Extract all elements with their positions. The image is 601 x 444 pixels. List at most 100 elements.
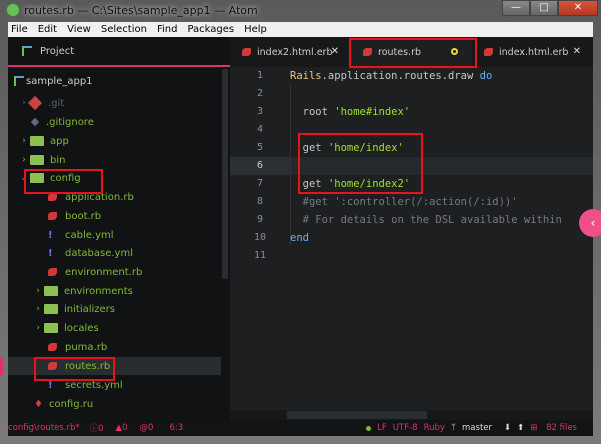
tree-item-label: .git <box>48 97 65 109</box>
tree-item-label: boot.rb <box>65 210 102 222</box>
code-line-3: root 'home#index' <box>290 103 410 121</box>
chevron-right-icon: › <box>22 136 26 146</box>
line-number: 9 <box>256 214 264 225</box>
line-number: 2 <box>256 88 264 99</box>
warning-count[interactable]: ▲0 <box>116 423 134 433</box>
git-push-icon[interactable]: ⬆ <box>517 423 524 433</box>
close-tab-icon[interactable]: ✕ <box>331 46 339 57</box>
line-ending[interactable]: LF <box>377 423 387 433</box>
line-number: 10 <box>253 232 267 243</box>
menu-help[interactable]: Help <box>244 22 267 37</box>
folder-icon <box>30 155 44 165</box>
menu-edit[interactable]: Edit <box>38 22 57 37</box>
code-editor[interactable]: Rails.application.routes.draw do root 'h… <box>290 67 593 420</box>
tree-item-label: bin <box>50 154 66 166</box>
file-count-value: 82 files <box>546 423 577 433</box>
project-icon <box>22 46 32 56</box>
gitignore-icon <box>30 117 40 127</box>
horizontal-scrollbar[interactable] <box>230 410 593 420</box>
menu-view[interactable]: View <box>67 22 91 37</box>
ruby-file-icon <box>48 193 57 201</box>
tree-item-label: environment.rb <box>65 266 143 278</box>
tree-item-gitignore[interactable]: .gitignore <box>30 113 243 131</box>
collapse-panel-button[interactable]: ‹ <box>579 209 601 237</box>
ruby-file-icon <box>484 48 493 56</box>
scrollbar-thumb[interactable] <box>287 411 427 419</box>
tree-item-config-ru[interactable]: ♦ config.ru <box>34 395 247 413</box>
ruby-file-icon <box>48 343 57 351</box>
ruby-file-icon <box>48 268 57 276</box>
tree-item-label: cable.yml <box>65 229 114 241</box>
menu-bar: File Edit View Selection Find Packages H… <box>8 22 593 37</box>
tab-index-html-erb[interactable]: index.html.erb ✕ <box>472 37 593 67</box>
project-tab[interactable]: Project <box>8 37 230 67</box>
status-file-path[interactable]: config\routes.rb* <box>8 423 80 433</box>
code-line-1: Rails.application.routes.draw do <box>290 67 492 85</box>
tree-root-label: sample_app1 <box>26 75 93 87</box>
token-keyword: do <box>479 70 493 82</box>
chevron-right-icon: › <box>36 323 40 333</box>
yaml-file-icon: ! <box>48 379 53 391</box>
tab-index2-html-erb[interactable]: index2.html.erb ✕ <box>230 37 351 67</box>
chevron-right-icon: › <box>36 304 40 314</box>
grammar-selector[interactable]: Ruby <box>424 423 445 433</box>
atom-app-icon <box>6 3 20 17</box>
menu-find[interactable]: Find <box>157 22 178 37</box>
close-button[interactable]: ✕ <box>558 0 598 16</box>
tree-item-label: .gitignore <box>46 116 94 128</box>
error-count[interactable]: ⓘ0 <box>90 422 110 434</box>
close-tab-icon[interactable]: ✕ <box>573 46 581 57</box>
chevron-right-icon: › <box>22 155 26 165</box>
folder-icon <box>44 304 58 314</box>
tree-item-label: environments <box>64 285 133 297</box>
code-line-10: end <box>290 232 309 244</box>
token-string: 'home#index' <box>334 106 411 118</box>
tree-item-app[interactable]: › app <box>18 132 231 150</box>
tree-item-label: locales <box>64 322 99 334</box>
line-number-current: 6 <box>230 157 290 175</box>
menu-packages[interactable]: Packages <box>187 22 234 37</box>
tree-item-locales[interactable]: › locales <box>32 319 245 337</box>
branch-icon: ᛘ <box>450 423 457 433</box>
code-line-8: #get ':controller(/:action(/:id))' <box>290 196 518 208</box>
ruby-file-icon <box>242 48 251 56</box>
project-label: Project <box>40 45 75 57</box>
minimize-button[interactable]: — <box>502 0 530 16</box>
line-number: 8 <box>256 196 264 207</box>
highlight-box-code <box>298 133 423 194</box>
tree-item-environments[interactable]: › environments <box>32 282 245 300</box>
title-bar: routes.rb — C:\Sites\sample_app1 — Atom … <box>0 0 601 21</box>
info-count-value: 0 <box>148 423 154 433</box>
tree-item-label: config.ru <box>48 398 94 410</box>
cursor-position[interactable]: 6:3 <box>169 423 183 433</box>
menu-selection[interactable]: Selection <box>101 22 147 37</box>
yaml-file-icon: ! <box>48 229 53 241</box>
status-dot-icon <box>366 425 372 431</box>
git-pull-icon[interactable]: ⬇ <box>504 423 511 433</box>
git-branch[interactable]: ᛘ master <box>451 423 498 433</box>
yaml-file-icon: ! <box>48 247 53 259</box>
tree-item-bin[interactable]: › bin <box>18 151 231 169</box>
line-number-gutter: 1 2 3 4 5 6 7 8 9 10 11 <box>230 67 290 420</box>
file-encoding[interactable]: UTF-8 <box>393 423 418 433</box>
menu-file[interactable]: File <box>11 22 28 37</box>
tree-item-label: secrets.yml <box>65 379 123 391</box>
tree-root[interactable]: sample_app1 <box>14 72 227 90</box>
file-count[interactable]: ⊞ 82 files <box>530 423 583 433</box>
tree-scrollbar[interactable] <box>222 69 228 279</box>
tree-item-initializers[interactable]: › initializers <box>32 300 245 318</box>
warning-count-value: 0 <box>122 423 128 433</box>
tree-item-label: app <box>50 135 69 147</box>
git-icon <box>27 95 43 111</box>
token-text: .application.routes.draw <box>321 70 480 82</box>
tree-item-label: database.yml <box>65 247 133 259</box>
info-count[interactable]: @0 <box>140 423 160 433</box>
tree-item-label: puma.rb <box>65 341 108 353</box>
token-constant: Rails <box>290 70 322 82</box>
highlight-box-config <box>24 169 103 194</box>
tree-item-git[interactable]: › .git <box>18 94 231 112</box>
line-number: 7 <box>256 178 264 189</box>
code-line-9: # For details on the DSL available withi… <box>290 214 562 226</box>
line-number: 5 <box>256 142 264 153</box>
maximize-button[interactable]: □ <box>530 0 558 16</box>
